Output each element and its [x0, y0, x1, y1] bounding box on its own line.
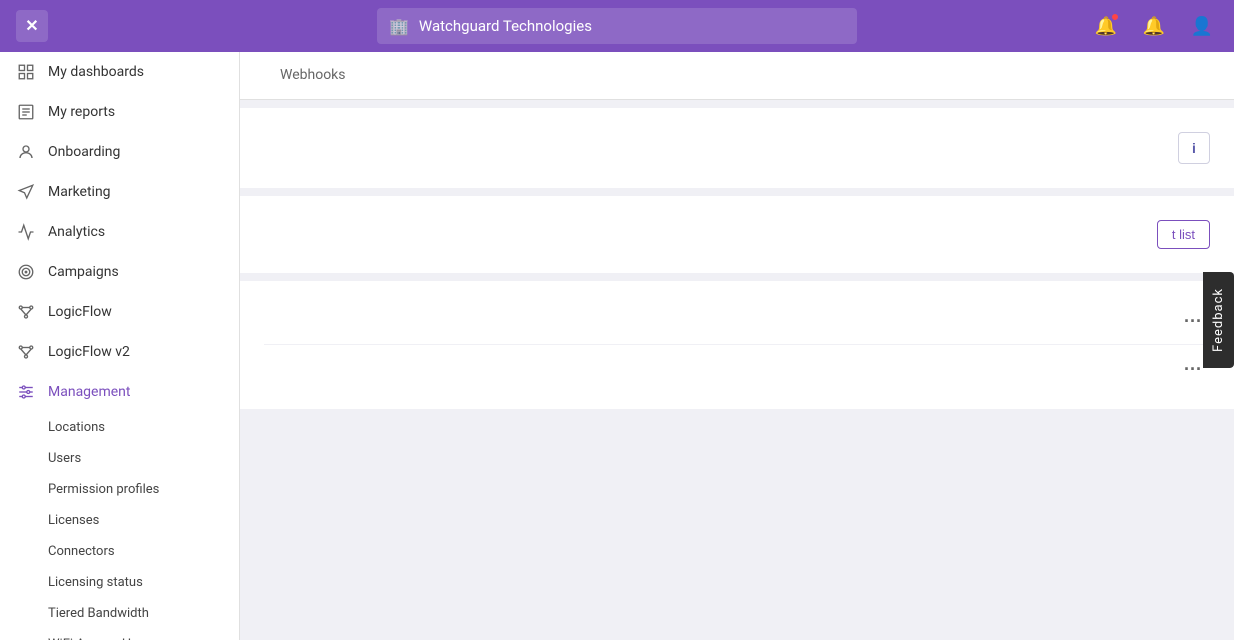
sidebar-item-logicflow[interactable]: LogicFlow — [0, 292, 239, 332]
sidebar-item-label: Management — [48, 384, 130, 400]
sidebar-item-my-reports[interactable]: My reports — [0, 92, 239, 132]
section-row-1: i — [264, 124, 1210, 172]
sidebar-sub-item-licensing-status[interactable]: Licensing status — [0, 567, 239, 598]
content-section-3: ··· ··· — [240, 281, 1234, 409]
sidebar-item-management[interactable]: Management — [0, 372, 239, 412]
sidebar-item-campaigns[interactable]: Campaigns — [0, 252, 239, 292]
marketing-icon — [16, 182, 36, 202]
logicflow-v2-icon — [16, 342, 36, 362]
sidebar-item-marketing[interactable]: Marketing — [0, 172, 239, 212]
company-icon: 🏢 — [389, 17, 409, 36]
onboarding-icon — [16, 142, 36, 162]
sidebar-sub-item-locations[interactable]: Locations — [0, 412, 239, 443]
sidebar-sub-item-licenses[interactable]: Licenses — [0, 505, 239, 536]
sidebar-sub-item-tiered-bandwidth[interactable]: Tiered Bandwidth — [0, 598, 239, 629]
sidebar-sub-item-users[interactable]: Users — [0, 443, 239, 474]
content-section-2: t list — [240, 196, 1234, 273]
sidebar-sub-item-permission-profiles[interactable]: Permission profiles — [0, 474, 239, 505]
reports-icon — [16, 102, 36, 122]
management-icon — [16, 382, 36, 402]
sidebar-item-label: Marketing — [48, 184, 111, 200]
sidebar-sub-label: Licenses — [48, 513, 99, 528]
main-content: Webhooks i t list ··· ··· — [240, 52, 1234, 640]
content-row-1: ··· — [264, 297, 1210, 345]
sidebar-sub-label: Licensing status — [48, 575, 143, 590]
sidebar-item-label: Campaigns — [48, 264, 119, 280]
feedback-button[interactable]: Feedback — [1203, 272, 1234, 368]
alert-badge — [1110, 12, 1120, 22]
sidebar-sub-label: Users — [48, 451, 81, 466]
analytics-icon — [16, 222, 36, 242]
user-icon: 👤 — [1191, 16, 1213, 37]
bell-icon: 🔔 — [1143, 16, 1165, 37]
close-button[interactable]: ✕ — [16, 10, 48, 42]
sidebar-sub-label: Locations — [48, 420, 105, 435]
content-section-1: i — [240, 108, 1234, 188]
tab-webhooks[interactable]: Webhooks — [264, 53, 362, 99]
info-button[interactable]: i — [1178, 132, 1210, 164]
topbar-left: ✕ — [16, 10, 48, 42]
tabs-bar: Webhooks — [240, 52, 1234, 100]
logicflow-icon — [16, 302, 36, 322]
layout: My dashboards My reports Onboarding Mark… — [0, 52, 1234, 640]
sidebar-item-label: My reports — [48, 104, 115, 120]
sidebar-sub-label: Connectors — [48, 544, 115, 559]
notifications-button[interactable]: 🔔 — [1138, 10, 1170, 42]
sidebar-sub-item-connectors[interactable]: Connectors — [0, 536, 239, 567]
dashboard-icon — [16, 62, 36, 82]
topbar-center: 🏢 Watchguard Technologies — [377, 8, 857, 44]
sidebar-item-label: My dashboards — [48, 64, 144, 80]
feedback-container: Feedback — [1203, 272, 1234, 368]
campaigns-icon — [16, 262, 36, 282]
sidebar-item-logicflow-v2[interactable]: LogicFlow v2 — [0, 332, 239, 372]
sidebar-item-label: Analytics — [48, 224, 105, 240]
sidebar-sub-label: Tiered Bandwidth — [48, 606, 149, 621]
action-button[interactable]: t list — [1157, 220, 1210, 249]
sidebar-sub-item-wifi-access-hours[interactable]: WiFi Access Hours — [0, 629, 239, 640]
section-row-2: t list — [264, 212, 1210, 257]
alerts-button[interactable]: 🔔 — [1090, 10, 1122, 42]
sidebar-item-my-dashboards[interactable]: My dashboards — [0, 52, 239, 92]
topbar-right: 🔔 🔔 👤 — [1090, 10, 1218, 42]
sidebar-item-label: LogicFlow v2 — [48, 344, 130, 360]
sidebar-item-onboarding[interactable]: Onboarding — [0, 132, 239, 172]
company-name: Watchguard Technologies — [419, 17, 592, 35]
sidebar-sub-label: Permission profiles — [48, 482, 159, 497]
sidebar: My dashboards My reports Onboarding Mark… — [0, 52, 240, 640]
sidebar-item-label: LogicFlow — [48, 304, 112, 320]
user-button[interactable]: 👤 — [1186, 10, 1218, 42]
sidebar-item-label: Onboarding — [48, 144, 120, 160]
sidebar-item-analytics[interactable]: Analytics — [0, 212, 239, 252]
topbar: ✕ 🏢 Watchguard Technologies 🔔 🔔 👤 — [0, 0, 1234, 52]
content-row-2: ··· — [264, 345, 1210, 393]
